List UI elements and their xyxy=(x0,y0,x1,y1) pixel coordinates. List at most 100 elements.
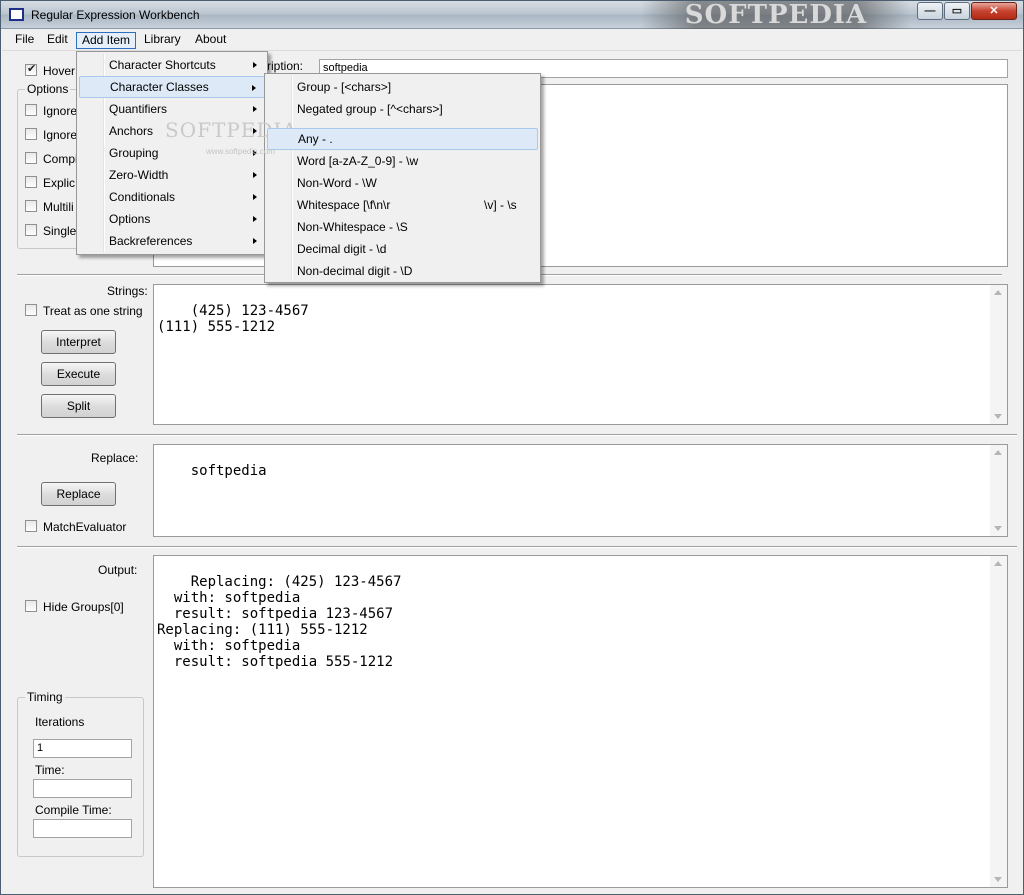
menu-conditionals[interactable]: Conditionals xyxy=(79,186,265,208)
output-label: Output: xyxy=(98,563,138,577)
menu-library[interactable]: Library xyxy=(139,32,186,49)
replace-text: softpedia xyxy=(190,463,267,479)
option-label-2: Ignore xyxy=(43,128,78,142)
menu-edit[interactable]: Edit xyxy=(42,32,73,49)
menu-decimal-digit[interactable]: Decimal digit - \d xyxy=(267,238,538,260)
chevron-right-icon xyxy=(253,238,257,244)
scroll-up-icon[interactable] xyxy=(994,561,1002,566)
output-text: Replacing: (425) 123-4567 with: softpedi… xyxy=(157,574,402,670)
menu-zero-width[interactable]: Zero-Width xyxy=(79,164,265,186)
close-button[interactable]: ✕ xyxy=(971,2,1017,20)
background-watermark-url: www.softpedia.com xyxy=(206,147,275,156)
menu-non-whitespace[interactable]: Non-Whitespace - \S xyxy=(267,216,538,238)
menu-group[interactable]: Group - [<chars>] xyxy=(267,76,538,98)
option-checkbox-2[interactable] xyxy=(25,128,37,140)
menu-item-label: Backreferences xyxy=(109,234,193,248)
option-label-3: Compi xyxy=(43,152,78,166)
scroll-down-icon[interactable] xyxy=(994,414,1002,419)
menu-add-item[interactable]: Add Item xyxy=(76,32,137,49)
separator-2 xyxy=(17,434,1017,436)
replace-button[interactable]: Replace xyxy=(41,482,116,506)
menu-item-label: Character Shortcuts xyxy=(109,58,216,72)
chevron-right-icon xyxy=(253,216,257,222)
match-evaluator-checkbox[interactable] xyxy=(25,520,37,532)
execute-button[interactable]: Execute xyxy=(41,362,116,386)
softpedia-watermark: SOFTPEDIA xyxy=(641,1,911,29)
time-label: Time: xyxy=(35,763,65,777)
strings-scrollbar[interactable] xyxy=(990,285,1007,424)
option-checkbox-4[interactable] xyxy=(25,176,37,188)
option-checkbox-1[interactable] xyxy=(25,104,37,116)
app-window: Regular Expression Workbench SOFTPEDIA —… xyxy=(0,0,1024,895)
menu-item-label: Character Classes xyxy=(110,80,209,94)
menu-about[interactable]: About xyxy=(190,32,231,49)
strings-label: Strings: xyxy=(107,284,148,298)
option-checkbox-5[interactable] xyxy=(25,200,37,212)
treat-one-string-checkbox[interactable] xyxy=(25,304,37,316)
option-label-6: Single xyxy=(43,224,77,238)
output-textarea[interactable]: Replacing: (425) 123-4567 with: softpedi… xyxy=(153,555,1008,888)
menu-any[interactable]: Any - . xyxy=(267,128,538,150)
menu-non-word[interactable]: Non-Word - \W xyxy=(267,172,538,194)
scroll-up-icon[interactable] xyxy=(994,290,1002,295)
title-bar[interactable]: Regular Expression Workbench SOFTPEDIA —… xyxy=(1,1,1023,29)
option-label-4: Explic xyxy=(43,176,76,190)
option-checkbox-6[interactable] xyxy=(25,224,37,236)
options-title: Options xyxy=(25,82,71,96)
option-label-5: Multili xyxy=(43,200,74,214)
scroll-down-icon[interactable] xyxy=(994,877,1002,882)
chevron-right-icon xyxy=(253,194,257,200)
menu-backreferences[interactable]: Backreferences xyxy=(79,230,265,252)
chevron-right-icon xyxy=(253,172,257,178)
timing-title: Timing xyxy=(25,690,65,704)
character-classes-submenu: SOFTPEDIA Group - [<chars>] Negated grou… xyxy=(165,73,541,283)
treat-one-string-label: Treat as one string xyxy=(43,304,143,318)
split-button[interactable]: Split xyxy=(41,394,116,418)
app-icon xyxy=(9,8,24,21)
menu-item-label: Options xyxy=(109,212,151,226)
menu-bar: File Edit Add Item Library About xyxy=(2,30,1022,51)
strings-text: (425) 123-4567 (111) 555-1212 xyxy=(157,303,309,335)
window-title: Regular Expression Workbench xyxy=(31,8,200,22)
compile-time-input[interactable] xyxy=(33,819,132,838)
minimize-button[interactable]: — xyxy=(917,2,943,20)
menu-item-label: Anchors xyxy=(109,124,154,138)
option-checkbox-3[interactable] xyxy=(25,152,37,164)
option-label-1: Ignore xyxy=(43,104,78,118)
output-scrollbar[interactable] xyxy=(990,556,1007,887)
match-evaluator-label: MatchEvaluator xyxy=(43,520,127,534)
time-input[interactable] xyxy=(33,779,132,798)
strings-textarea[interactable]: (425) 123-4567 (111) 555-1212 xyxy=(153,284,1008,425)
scroll-down-icon[interactable] xyxy=(994,526,1002,531)
replace-label: Replace: xyxy=(91,451,139,465)
description-label: ription: xyxy=(267,59,304,73)
menu-file[interactable]: File xyxy=(10,32,39,49)
hover-checkbox[interactable] xyxy=(25,62,37,76)
menu-negated-group[interactable]: Negated group - [^<chars>] xyxy=(267,98,538,120)
menu-quantifiers[interactable]: Quantifiers xyxy=(79,98,265,120)
hide-groups-label: Hide Groups[0] xyxy=(43,600,124,614)
iterations-label: Iterations xyxy=(35,715,85,729)
whitespace-label: Whitespace [\f\n\r xyxy=(297,198,391,212)
menu-whitespace[interactable]: Whitespace [\f\n\r \v] - \s xyxy=(267,194,538,216)
menu-item-label: Conditionals xyxy=(109,190,176,204)
iterations-input[interactable]: 1 xyxy=(33,739,132,758)
interpret-button[interactable]: Interpret xyxy=(41,330,116,354)
whitespace-suffix: \v] - \s xyxy=(484,198,517,212)
compile-time-label: Compile Time: xyxy=(35,803,112,817)
separator-3 xyxy=(17,546,1017,548)
menu-item-label: Zero-Width xyxy=(109,168,169,182)
scroll-up-icon[interactable] xyxy=(994,450,1002,455)
menu-non-decimal-digit[interactable]: Non-decimal digit - \D xyxy=(267,260,538,282)
chevron-right-icon xyxy=(252,85,256,91)
chevron-right-icon xyxy=(253,106,257,112)
menu-character-classes[interactable]: Character Classes xyxy=(79,76,265,98)
maximize-button[interactable]: ▭ xyxy=(944,2,970,20)
menu-options[interactable]: Options xyxy=(79,208,265,230)
menu-character-shortcuts[interactable]: Character Shortcuts xyxy=(79,54,265,76)
replace-textarea[interactable]: softpedia xyxy=(153,444,1008,537)
menu-word[interactable]: Word [a-zA-Z_0-9] - \w xyxy=(267,150,538,172)
hide-groups-checkbox[interactable] xyxy=(25,600,37,612)
replace-scrollbar[interactable] xyxy=(990,445,1007,536)
hover-label: Hover xyxy=(43,64,76,78)
